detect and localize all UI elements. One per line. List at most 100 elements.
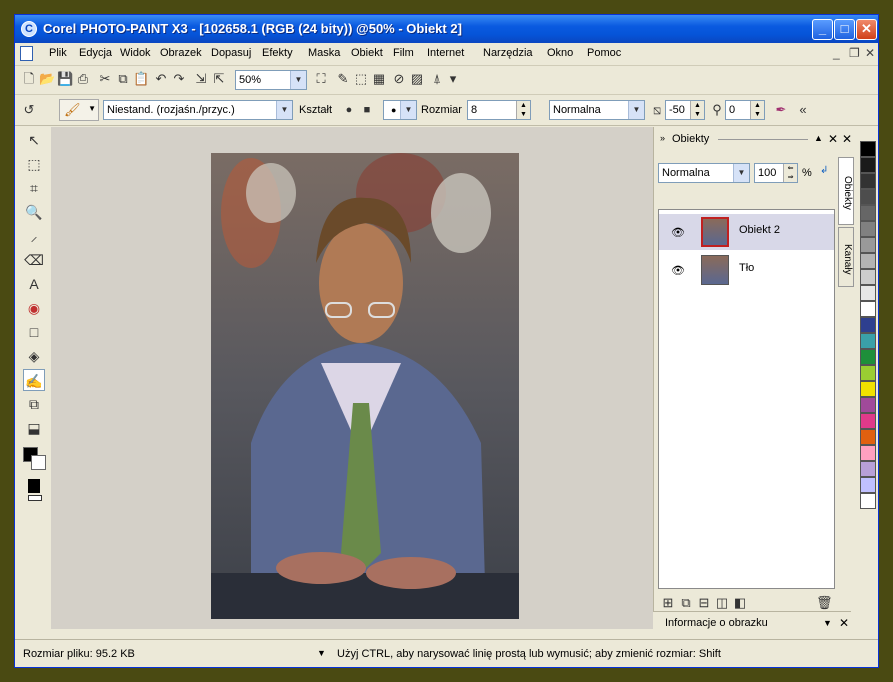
menu-mask[interactable]: Maska (308, 47, 340, 59)
title-bar[interactable]: C Corel PHOTO-PAINT X3 - [102658.1 (RGB … (15, 15, 878, 43)
brush-picker[interactable]: 🖌 ▼ (59, 99, 99, 121)
menu-file[interactable]: Plik (49, 47, 67, 59)
palette-swatch[interactable] (860, 397, 876, 413)
text-tool-icon[interactable]: A (23, 273, 45, 295)
size-field[interactable]: 8 ▲ ▼ (467, 100, 531, 120)
palette-swatch[interactable] (860, 429, 876, 445)
close-all-dockers-icon[interactable]: ✕ (842, 132, 852, 146)
docker-grip[interactable] (718, 139, 808, 140)
brush-settings-icon[interactable]: ✒ (773, 102, 789, 118)
menu-effects[interactable]: Efekty (262, 47, 293, 59)
mdi-restore-button[interactable]: ❐ (849, 46, 860, 60)
mdi-minimize-button[interactable]: _ (833, 46, 840, 60)
palette-swatch[interactable] (860, 445, 876, 461)
chevron-down-icon[interactable]: ▼ (290, 71, 306, 89)
tab-channels[interactable]: Kanały (838, 227, 854, 287)
fill-tool-icon[interactable]: ◈ (23, 345, 45, 367)
docker-expand-icon[interactable]: » (660, 133, 665, 143)
cut-icon[interactable]: ✂ (97, 71, 113, 87)
visibility-eye-icon[interactable]: 👁 (671, 264, 685, 277)
app-launcher-icon[interactable]: ⍋ (429, 71, 445, 87)
chevron-down-icon[interactable]: ▼ (733, 164, 749, 182)
new-object-icon[interactable]: ⊞ (660, 595, 676, 611)
menu-window[interactable]: Okno (547, 47, 573, 59)
combine-objects-icon[interactable]: ⊟ (696, 595, 712, 611)
chevron-down-icon[interactable]: ▼ (823, 618, 832, 628)
palette-swatch[interactable] (860, 413, 876, 429)
mask-marquee-icon[interactable]: ⬚ (353, 71, 369, 87)
square-shape-icon[interactable]: ■ (359, 102, 375, 118)
transparency-field[interactable]: -50 ▲ ▼ (665, 100, 705, 120)
effect-tool-icon[interactable]: ✍ (23, 369, 45, 391)
layer-row-obiekt2[interactable]: 👁 Obiekt 2 (659, 214, 834, 250)
menu-image[interactable]: Obrazek (160, 47, 202, 59)
palette-swatch[interactable] (860, 461, 876, 477)
reset-tool-icon[interactable]: ↺ (21, 102, 37, 118)
mdi-close-button[interactable]: ✕ (865, 46, 875, 60)
merge-mode-select[interactable]: Normalna ▼ (549, 100, 645, 120)
image-canvas[interactable] (211, 153, 519, 619)
round-shape-icon[interactable]: ● (341, 102, 357, 118)
brush-type-select[interactable]: Niestand. (rozjaśn./przyc.) ▼ (103, 100, 293, 120)
palette-swatch[interactable] (860, 477, 876, 493)
menu-tools[interactable]: Narzędzia (483, 47, 533, 59)
docker-header[interactable]: » Obiekty ▲ ✕ ✕ (654, 131, 852, 149)
new-from-mask-icon[interactable]: ⧉ (678, 595, 694, 611)
maximize-button[interactable]: □ (834, 19, 855, 40)
layer-row-background[interactable]: 👁 Tło (659, 252, 834, 288)
palette-swatch[interactable] (860, 333, 876, 349)
palette-swatch[interactable] (860, 141, 876, 157)
palette-swatch[interactable] (860, 381, 876, 397)
create-clip-mask-icon[interactable]: ◫ (714, 595, 730, 611)
menu-view[interactable]: Widok (120, 47, 151, 59)
paper-color-swatch[interactable] (28, 495, 42, 501)
chevron-down-icon[interactable]: ▼ (276, 101, 292, 119)
menu-object[interactable]: Obiekt (351, 47, 383, 59)
menu-internet[interactable]: Internet (427, 47, 464, 59)
lens-icon[interactable]: ◧ (732, 595, 748, 611)
menu-help[interactable]: Pomoc (587, 47, 621, 59)
zoom-select[interactable]: 50% ▼ (235, 70, 307, 90)
image-sprayer-tool-icon[interactable]: ⬓ (23, 417, 45, 439)
palette-swatch[interactable] (860, 237, 876, 253)
palette-swatch[interactable] (860, 317, 876, 333)
clone-tool-icon[interactable]: ⧉ (23, 393, 45, 415)
palette-swatch[interactable] (860, 205, 876, 221)
palette-swatch[interactable] (860, 253, 876, 269)
import-icon[interactable]: ⇲ (193, 71, 209, 87)
visibility-eye-icon[interactable]: 👁 (671, 226, 685, 239)
brush-mask-icon[interactable]: ✎ (335, 71, 351, 87)
nib-select[interactable]: ● ▼ (383, 100, 417, 120)
full-screen-icon[interactable]: ⛶ (313, 71, 329, 87)
image-info-docker[interactable]: Informacje o obrazku ▼ ✕ (653, 611, 851, 636)
redo-icon[interactable]: ↷ (171, 71, 187, 87)
palette-swatch[interactable] (860, 285, 876, 301)
spinner-icon[interactable]: ▲ ▼ (690, 101, 704, 119)
undo-icon[interactable]: ↶ (153, 71, 169, 87)
palette-swatch[interactable] (860, 173, 876, 189)
rectangle-tool-icon[interactable]: □ (23, 321, 45, 343)
minimize-button[interactable]: _ (812, 19, 833, 40)
opacity-field[interactable]: 100 ⇐ ⇒ (754, 163, 798, 183)
feather-field[interactable]: 0 ▲ ▼ (725, 100, 765, 120)
palette-swatch[interactable] (860, 301, 876, 317)
launcher-dropdown-icon[interactable]: ▾ (445, 71, 461, 87)
spinner-icon[interactable]: ▲ ▼ (750, 101, 764, 119)
print-icon[interactable]: ⎙ (75, 71, 91, 87)
menu-adjust[interactable]: Dopasuj (211, 47, 251, 59)
open-file-icon[interactable]: 📂 (39, 71, 55, 87)
close-button[interactable]: ✕ (856, 19, 877, 40)
palette-swatch[interactable] (860, 493, 876, 509)
palette-swatch[interactable] (860, 365, 876, 381)
document-workspace[interactable] (51, 127, 653, 629)
menu-edit[interactable]: Edycja (79, 47, 112, 59)
color-palette[interactable] (859, 141, 877, 615)
mask-overlay-icon[interactable]: ▦ (371, 71, 387, 87)
paste-icon[interactable]: 📋 (133, 71, 149, 87)
crop-tool-icon[interactable]: ⌗ (23, 177, 45, 199)
palette-swatch[interactable] (860, 221, 876, 237)
apply-icon[interactable]: ↲ (820, 165, 828, 176)
delete-object-icon[interactable]: 🗑 (816, 595, 833, 611)
palette-swatch[interactable] (860, 349, 876, 365)
chevron-down-icon[interactable]: ▼ (628, 101, 644, 119)
